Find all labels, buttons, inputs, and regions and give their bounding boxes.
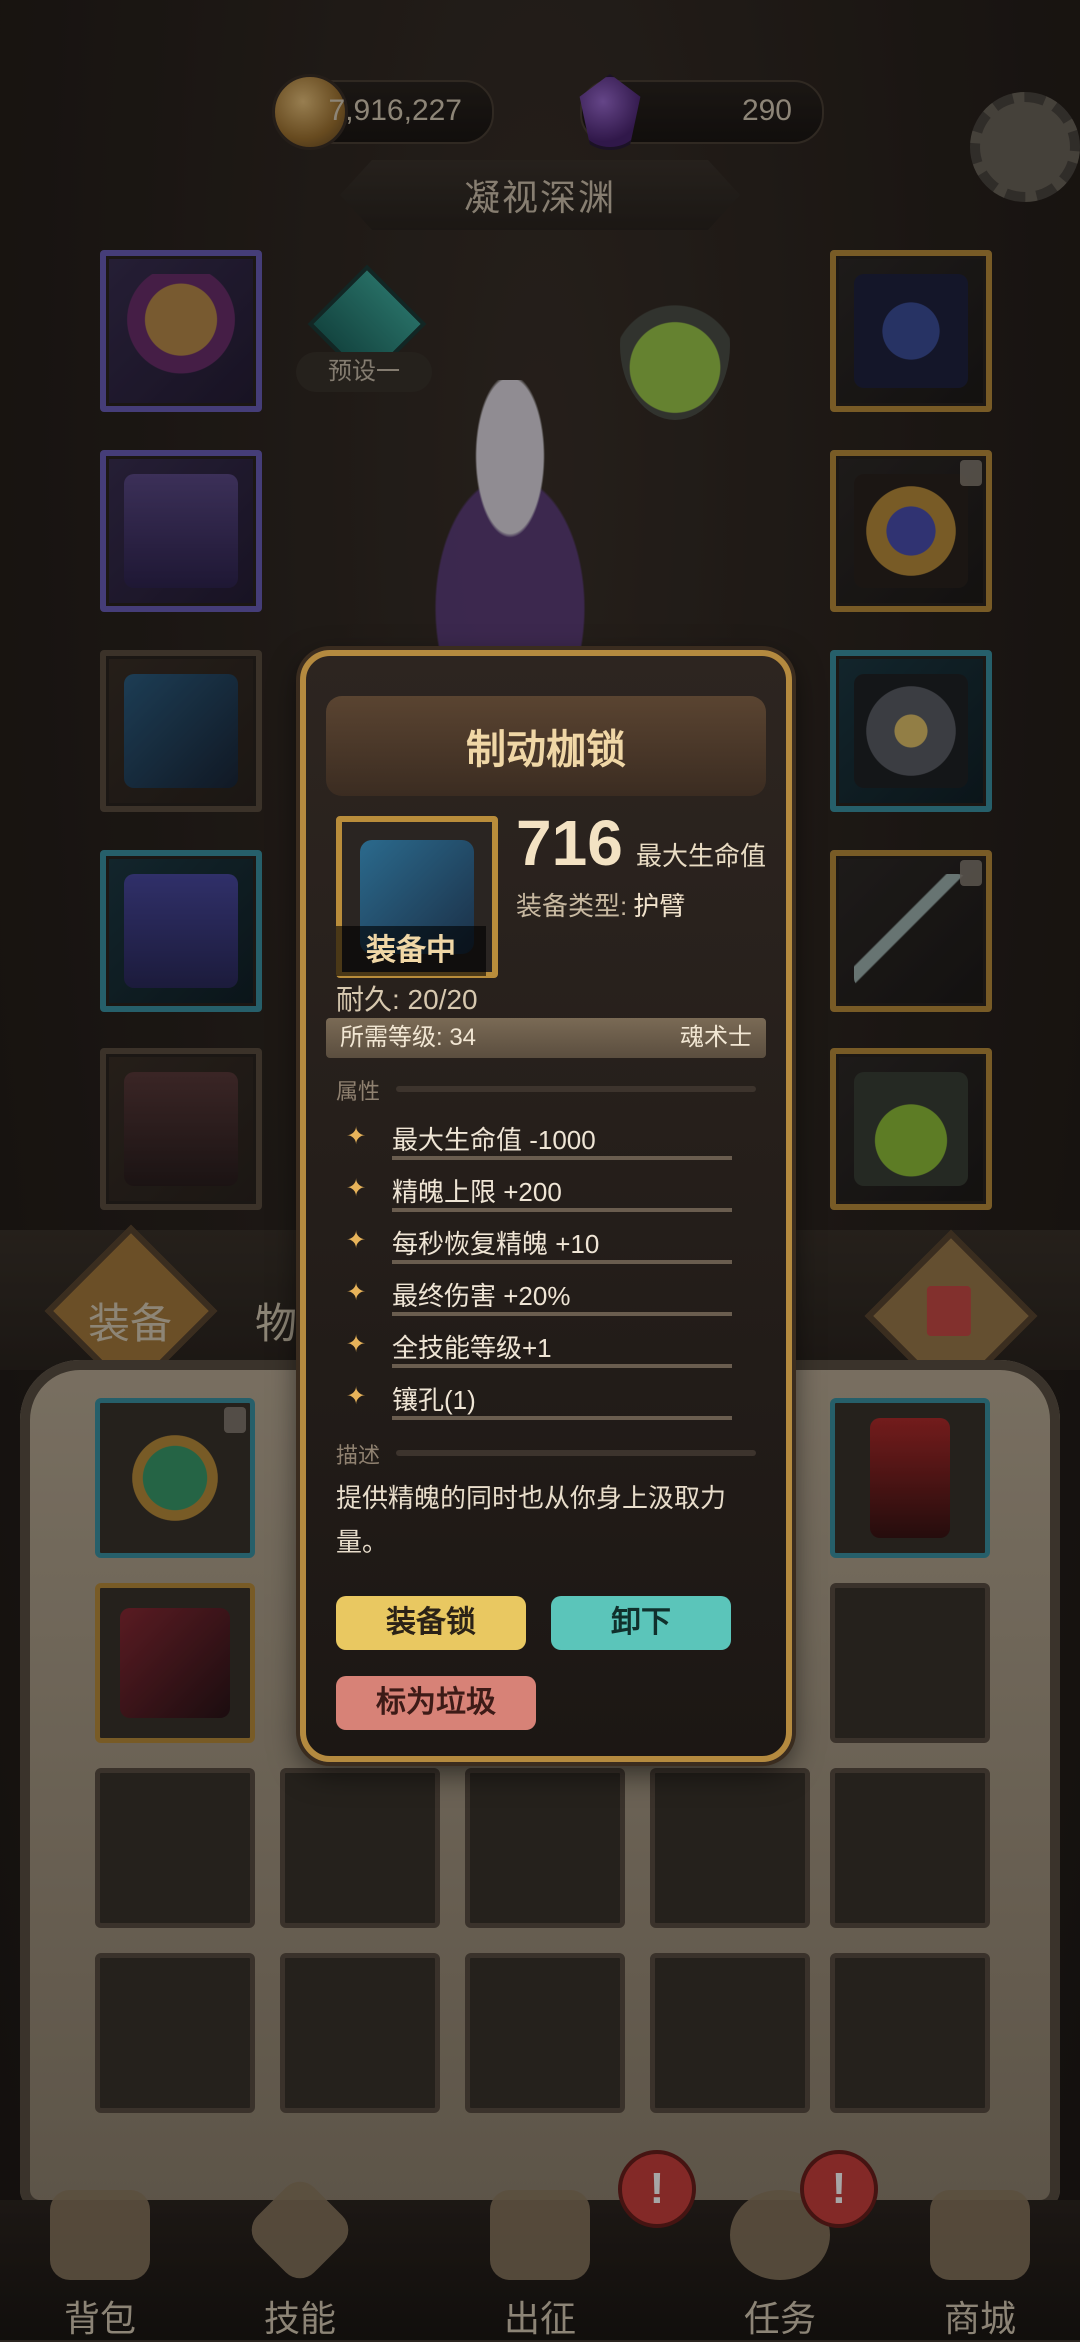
star-icon: ✦ [346, 1123, 367, 1150]
attribute-row: ✦ 镶孔(1) [346, 1376, 746, 1426]
divider [392, 1364, 732, 1368]
divider [396, 1086, 756, 1092]
attribute-text: 最大生命值 -1000 [392, 1125, 596, 1155]
requirement-bar: 所需等级: 34 魂术士 [326, 1018, 766, 1058]
divider [392, 1260, 732, 1264]
attribute-text: 镶孔(1) [392, 1385, 476, 1415]
divider [392, 1416, 732, 1420]
attribute-text: 精魄上限 +200 [392, 1177, 562, 1207]
divider [392, 1156, 732, 1160]
attribute-text: 最终伤害 +20% [392, 1281, 571, 1311]
item-detail-panel: 制动枷锁 装备中 716 最大生命值 装备类型: 护臂 耐久: 20/20 所需等… [300, 650, 792, 1762]
attribute-text: 全技能等级+1 [392, 1333, 552, 1363]
attribute-row: ✦ 最大生命值 -1000 [346, 1116, 746, 1166]
divider [392, 1312, 732, 1316]
item-type-value: 护臂 [633, 891, 686, 921]
star-icon: ✦ [346, 1331, 367, 1358]
durability: 耐久: 20/20 [336, 984, 478, 1015]
unequip-button[interactable]: 卸下 [551, 1596, 731, 1650]
required-level: 所需等级: 34 [340, 1024, 477, 1051]
main-stat-value: 716 [516, 807, 623, 879]
mark-as-junk-button[interactable]: 标为垃圾 [336, 1676, 536, 1730]
item-description: 提供精魄的同时也从你身上汲取力量。 [336, 1483, 727, 1557]
required-class: 魂术士 [680, 1024, 752, 1051]
star-icon: ✦ [346, 1227, 367, 1254]
lock-equipment-button[interactable]: 装备锁 [336, 1596, 526, 1650]
equipped-badge: 装备中 [336, 926, 486, 976]
attributes-heading: 属性 [336, 1079, 381, 1104]
item-type: 装备类型: 护臂 [516, 886, 685, 923]
main-stat-name: 最大生命值 [636, 841, 767, 871]
divider [392, 1208, 732, 1212]
description-heading: 描述 [336, 1443, 381, 1468]
attribute-text: 每秒恢复精魄 +10 [392, 1229, 600, 1259]
attribute-row: ✦ 精魄上限 +200 [346, 1168, 746, 1218]
item-name: 制动枷锁 [326, 696, 766, 796]
divider [396, 1450, 756, 1456]
star-icon: ✦ [346, 1279, 367, 1306]
star-icon: ✦ [346, 1383, 367, 1410]
attribute-row: ✦ 全技能等级+1 [346, 1324, 746, 1374]
attribute-row: ✦ 最终伤害 +20% [346, 1272, 746, 1322]
item-type-label: 装备类型: [516, 891, 628, 921]
attribute-row: ✦ 每秒恢复精魄 +10 [346, 1220, 746, 1270]
star-icon: ✦ [346, 1175, 367, 1202]
